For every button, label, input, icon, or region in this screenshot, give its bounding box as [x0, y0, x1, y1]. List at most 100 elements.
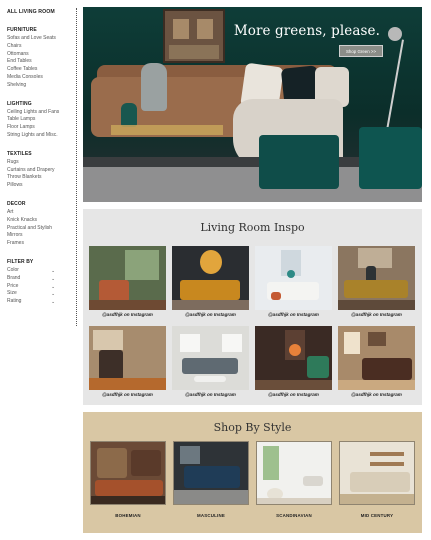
- inspo-photo[interactable]: [338, 246, 415, 310]
- hero-title: More greens, please.: [233, 23, 380, 39]
- instagram-caption[interactable]: @asdfhjk on Instagram: [338, 392, 415, 400]
- sidebar-item-coffee-tables[interactable]: Coffee Tables: [7, 66, 76, 74]
- filter-label: Size: [7, 290, 17, 297]
- vase: [121, 103, 137, 127]
- sidebar: ALL LIVING ROOM FURNITURE Sofas and Love…: [0, 0, 76, 540]
- hero-banner: More greens, please. Shop Green >>: [83, 7, 422, 202]
- style-label[interactable]: MASCULINE: [173, 513, 249, 518]
- sidebar-item-knick-knacks[interactable]: Knick Knacks: [7, 217, 76, 225]
- instagram-caption[interactable]: @asdfhjk on Instagram: [338, 312, 415, 320]
- ottoman: [359, 127, 422, 189]
- sidebar-item-practical-stylish[interactable]: Practical and Stylish: [7, 225, 76, 233]
- floor-lamp: [388, 27, 402, 41]
- inspo-grid: @asdfhjk on Instagram @asdfhjk on Instag…: [89, 246, 416, 400]
- style-label[interactable]: BOHEMIAN: [90, 513, 166, 518]
- style-label[interactable]: MID CENTURY: [339, 513, 415, 518]
- sidebar-item-table-lamps[interactable]: Table Lamps: [7, 116, 76, 124]
- chevron-down-icon[interactable]: ⌄: [51, 283, 55, 291]
- sidebar-section-lighting: LIGHTING Ceiling Lights and Fans Table L…: [7, 101, 76, 140]
- filter-label: Brand: [7, 274, 21, 281]
- deer-sculpture: [141, 63, 167, 111]
- filter-label: Rating: [7, 298, 22, 305]
- filter-panel: FILTER BY Color ⌄ Brand ⌄ Price ⌄ Size ⌄ Rat…: [7, 259, 76, 306]
- inspo-tile[interactable]: @asdfhjk on Instagram: [255, 326, 332, 400]
- chevron-down-icon[interactable]: ⌄: [51, 290, 55, 298]
- coffee-table: [111, 125, 223, 135]
- style-photo[interactable]: [173, 441, 249, 505]
- sidebar-title-all-living-room[interactable]: ALL LIVING ROOM: [7, 9, 76, 15]
- inspo-tile[interactable]: @asdfhjk on Instagram: [89, 246, 166, 320]
- instagram-caption[interactable]: @asdfhjk on Instagram: [172, 312, 249, 320]
- inspo-section: Living Room Inspo @asdfhjk on Instagram …: [83, 209, 422, 405]
- chevron-down-icon[interactable]: ⌄: [51, 298, 55, 306]
- inspo-tile[interactable]: @asdfhjk on Instagram: [338, 246, 415, 320]
- sidebar-heading-lighting[interactable]: LIGHTING: [7, 101, 76, 107]
- sidebar-item-mirrors[interactable]: Mirrors: [7, 232, 76, 240]
- filter-rating[interactable]: Rating ⌄: [7, 298, 55, 306]
- inspo-photo[interactable]: [172, 246, 249, 310]
- wall-painting: [163, 9, 225, 63]
- sidebar-item-chairs[interactable]: Chairs: [7, 43, 76, 51]
- sidebar-section-textiles: TEXTILES Rugs Curtains and Drapery Throw…: [7, 151, 76, 190]
- shop-by-style-title: Shop By Style: [213, 421, 292, 434]
- sidebar-section-decor: DECOR Art Knick Knacks Practical and Sty…: [7, 201, 76, 248]
- inspo-photo[interactable]: [255, 246, 332, 310]
- style-tile-masculine[interactable]: MASCULINE: [173, 441, 249, 518]
- style-tile-bohemian[interactable]: BOHEMIAN: [90, 441, 166, 518]
- instagram-caption[interactable]: @asdfhjk on Instagram: [89, 312, 166, 320]
- sidebar-divider: [76, 8, 77, 326]
- sidebar-item-string-lights[interactable]: String Lights and Misc.: [7, 132, 76, 140]
- shop-green-button[interactable]: Shop Green >>: [339, 45, 383, 57]
- style-photo[interactable]: [339, 441, 415, 505]
- sidebar-item-sofas[interactable]: Sofas and Love Seats: [7, 35, 76, 43]
- filter-color[interactable]: Color ⌄: [7, 267, 55, 275]
- style-photo[interactable]: [90, 441, 166, 505]
- style-tile-mid-century[interactable]: MID CENTURY: [339, 441, 415, 518]
- instagram-caption[interactable]: @asdfhjk on Instagram: [172, 392, 249, 400]
- sidebar-item-curtains[interactable]: Curtains and Drapery: [7, 167, 76, 175]
- inspo-photo[interactable]: [89, 326, 166, 390]
- sidebar-item-art[interactable]: Art: [7, 209, 76, 217]
- filter-size[interactable]: Size ⌄: [7, 290, 55, 298]
- inspo-photo[interactable]: [89, 246, 166, 310]
- inspo-photo[interactable]: [172, 326, 249, 390]
- sidebar-item-shelving[interactable]: Shelving: [7, 82, 76, 90]
- sidebar-heading-textiles[interactable]: TEXTILES: [7, 151, 76, 157]
- sidebar-item-media-consoles[interactable]: Media Consoles: [7, 74, 76, 82]
- style-photo[interactable]: [256, 441, 332, 505]
- sidebar-heading-furniture[interactable]: FURNITURE: [7, 27, 76, 33]
- instagram-caption[interactable]: @asdfhjk on Instagram: [89, 392, 166, 400]
- style-tile-scandinavian[interactable]: SCANDINAVIAN: [256, 441, 332, 518]
- shop-by-style-section: Shop By Style BOHEMIAN MASCULINE SCANDIN…: [83, 412, 422, 533]
- filter-label: Price: [7, 282, 19, 289]
- sidebar-item-ottomans[interactable]: Ottomans: [7, 51, 76, 59]
- ottoman: [259, 135, 339, 189]
- filter-label: Color: [7, 266, 19, 273]
- sidebar-item-throw-blankets[interactable]: Throw Blankets: [7, 174, 76, 182]
- sidebar-item-rugs[interactable]: Rugs: [7, 159, 76, 167]
- filter-heading: FILTER BY: [7, 258, 34, 265]
- inspo-tile[interactable]: @asdfhjk on Instagram: [89, 326, 166, 400]
- sidebar-item-ceiling-lights[interactable]: Ceiling Lights and Fans: [7, 109, 76, 117]
- sidebar-heading-decor[interactable]: DECOR: [7, 201, 76, 207]
- filter-price[interactable]: Price ⌄: [7, 283, 55, 291]
- sidebar-item-frames[interactable]: Frames: [7, 240, 76, 248]
- instagram-caption[interactable]: @asdfhjk on Instagram: [255, 312, 332, 320]
- style-grid: BOHEMIAN MASCULINE SCANDINAVIAN MID CENT…: [90, 441, 415, 518]
- inspo-tile[interactable]: @asdfhjk on Instagram: [255, 246, 332, 320]
- sidebar-item-pillows[interactable]: Pillows: [7, 182, 76, 190]
- sidebar-item-end-tables[interactable]: End Tables: [7, 58, 76, 66]
- inspo-photo[interactable]: [338, 326, 415, 390]
- chevron-down-icon[interactable]: ⌄: [51, 275, 55, 283]
- instagram-caption[interactable]: @asdfhjk on Instagram: [255, 392, 332, 400]
- chevron-down-icon[interactable]: ⌄: [51, 267, 55, 275]
- sidebar-section-furniture: FURNITURE Sofas and Love Seats Chairs Ot…: [7, 27, 76, 90]
- inspo-tile[interactable]: @asdfhjk on Instagram: [172, 246, 249, 320]
- filter-brand[interactable]: Brand ⌄: [7, 275, 55, 283]
- inspo-photo[interactable]: [255, 326, 332, 390]
- sidebar-item-floor-lamps[interactable]: Floor Lamps: [7, 124, 76, 132]
- inspo-tile[interactable]: @asdfhjk on Instagram: [338, 326, 415, 400]
- inspo-tile[interactable]: @asdfhjk on Instagram: [172, 326, 249, 400]
- style-label[interactable]: SCANDINAVIAN: [256, 513, 332, 518]
- inspo-title: Living Room Inspo: [200, 221, 305, 234]
